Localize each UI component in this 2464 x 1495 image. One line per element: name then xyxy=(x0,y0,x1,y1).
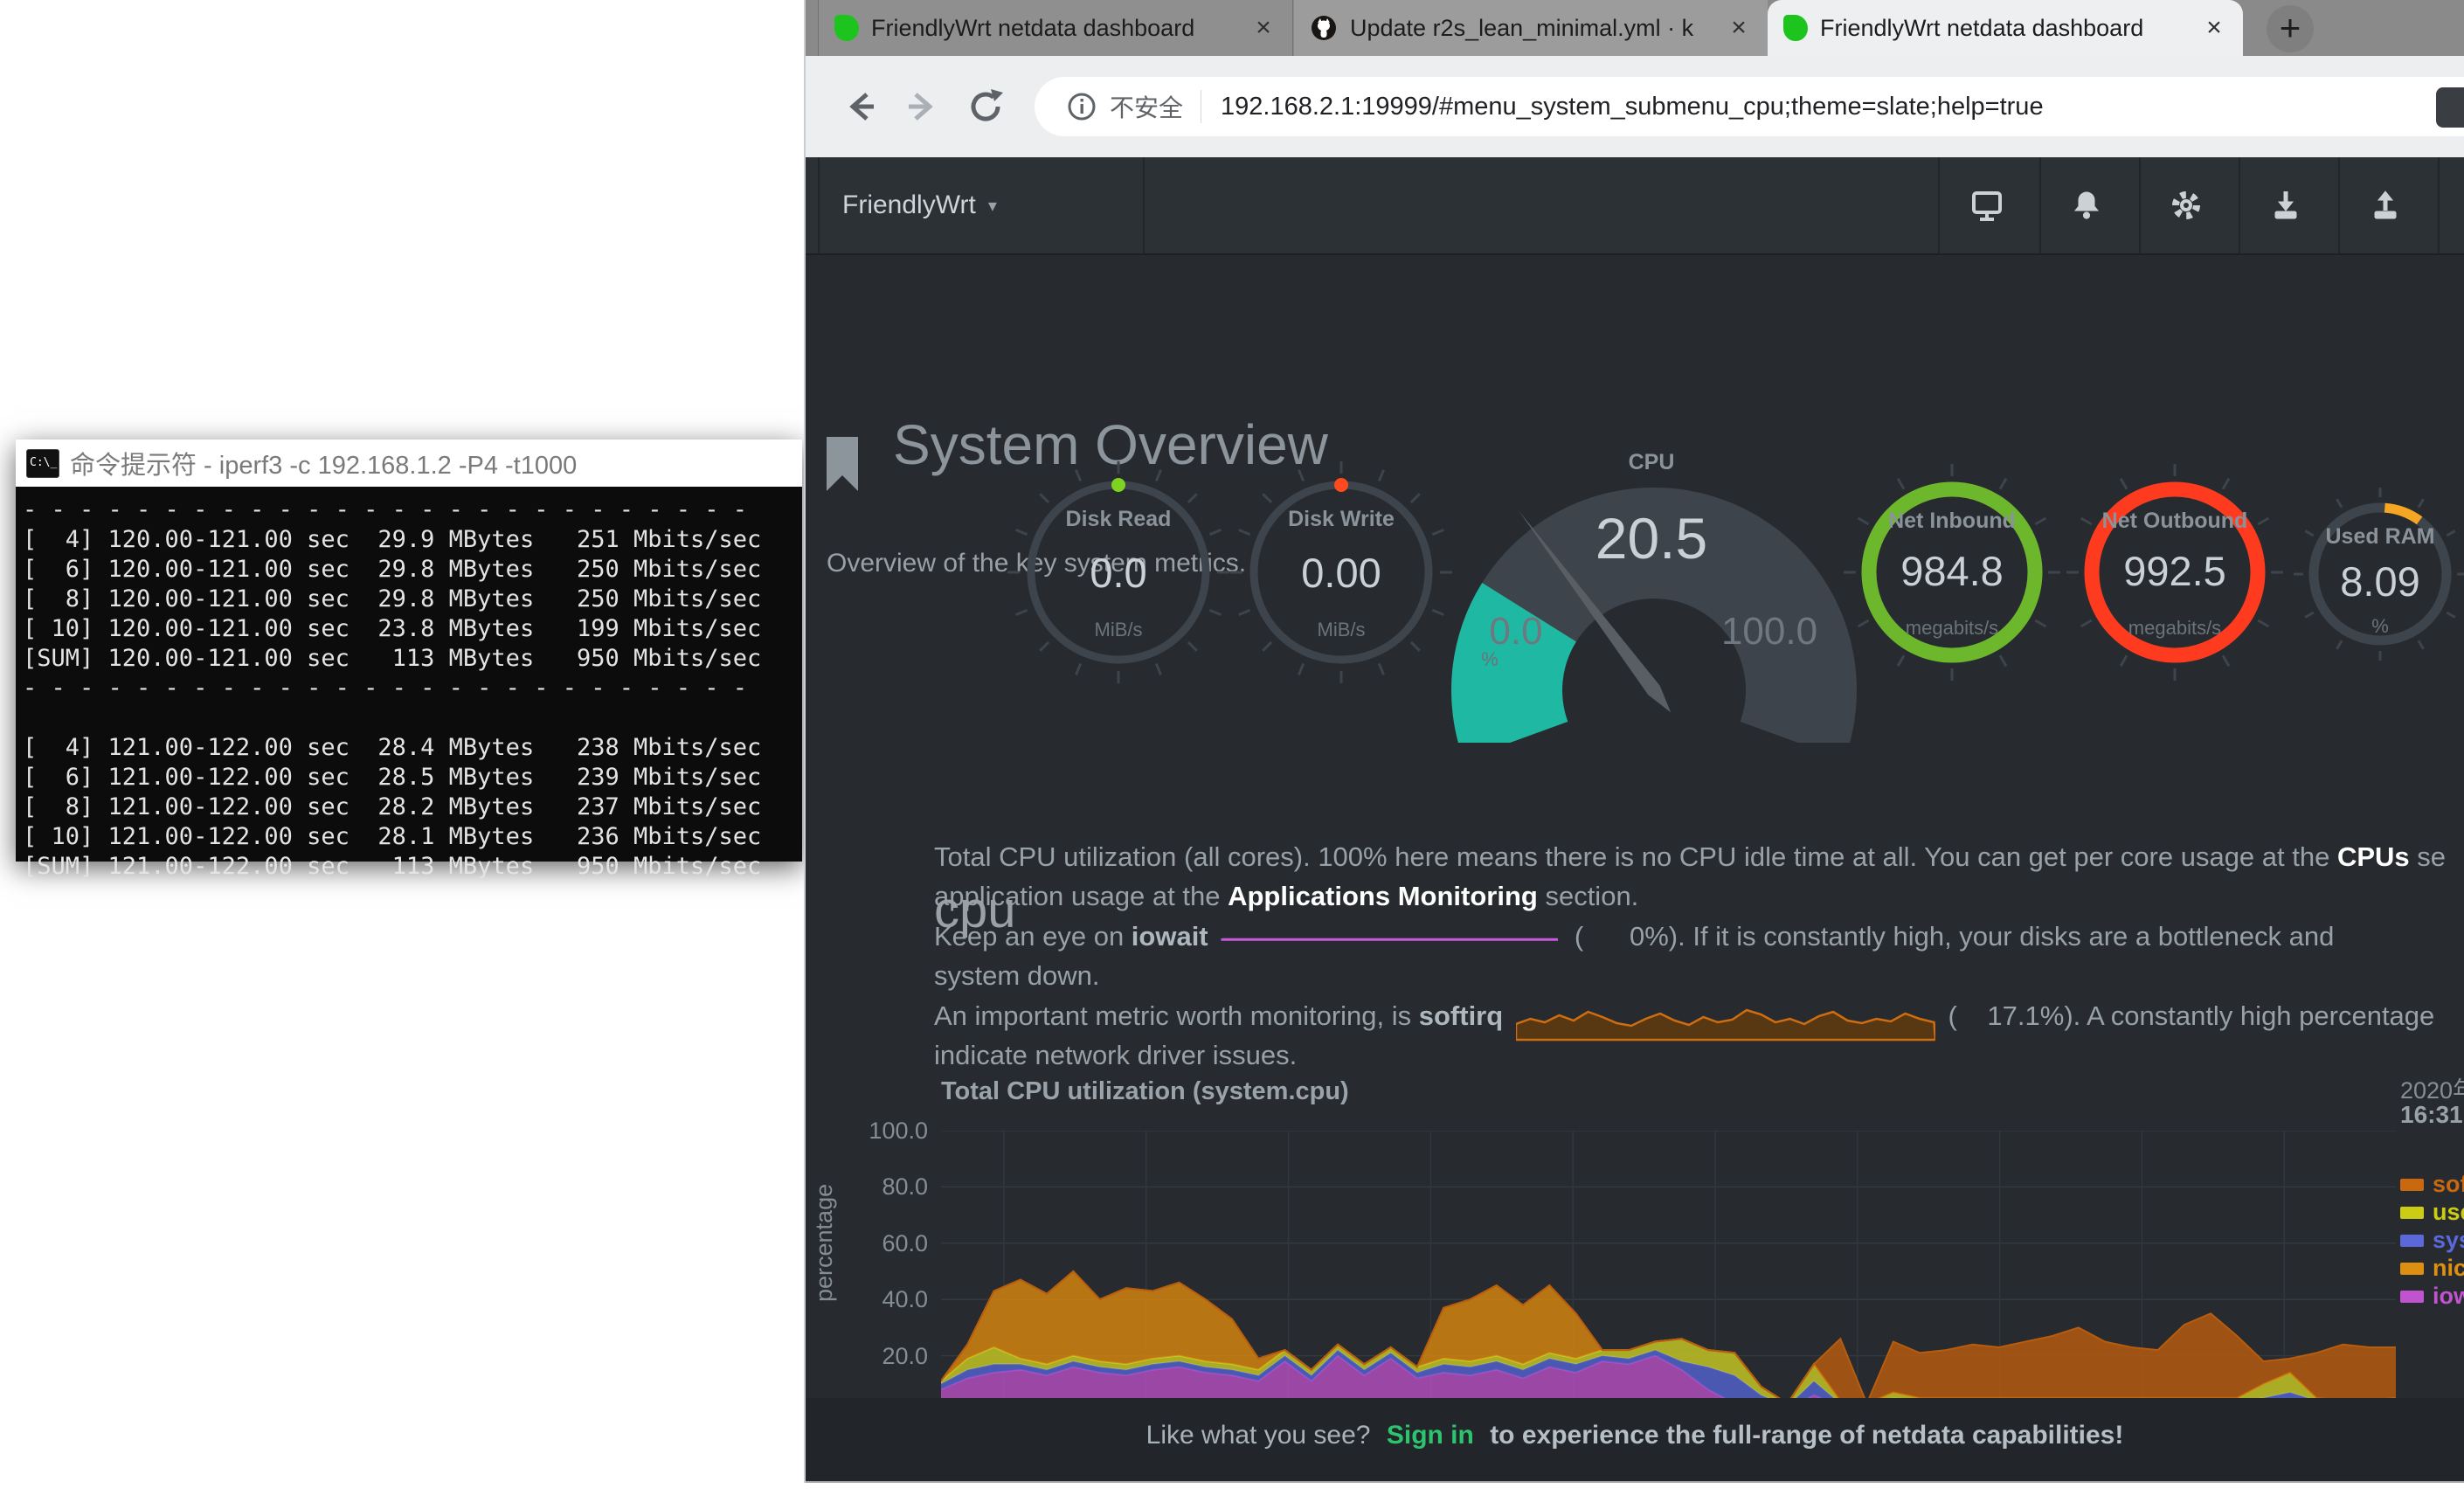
legend-chip xyxy=(2400,1207,2424,1219)
extension-icon[interactable] xyxy=(2436,87,2464,128)
ytick-100.0: 100.0 xyxy=(845,1118,928,1145)
gauge-used-ram-label: Used RAM xyxy=(2249,524,2464,550)
legend-chip xyxy=(2400,1291,2424,1303)
legend-chip xyxy=(2400,1235,2424,1247)
legend-chip xyxy=(2400,1263,2424,1275)
address-bar: 不安全 192.168.2.1:19999/#menu_system_subme… xyxy=(806,56,2464,157)
legend-label: soft xyxy=(2433,1171,2464,1198)
legend-label: use xyxy=(2433,1199,2464,1226)
applications-monitoring-link[interactable]: Applications Monitoring xyxy=(1228,881,1538,911)
chart-time: 16:31:2 xyxy=(2400,1101,2464,1129)
monitor-icon[interactable] xyxy=(1968,186,2006,225)
host-dropdown[interactable]: FriendlyWrt ▾ xyxy=(842,157,997,253)
cpu-paragraph-line-1: Total CPU utilization (all cores). 100% … xyxy=(934,841,2446,881)
legend-item-iow[interactable]: iow xyxy=(2400,1283,2464,1310)
netdata-page: FriendlyWrt ▾ xyxy=(806,157,2464,1483)
legend-label: sys xyxy=(2433,1227,2464,1254)
tab-netdata-1[interactable]: FriendlyWrt netdata dashboard × xyxy=(818,0,1293,56)
host-name: FriendlyWrt xyxy=(842,190,976,220)
cpu-paragraph-line-3: Keep an eye on iowait (0%). If it is con… xyxy=(934,921,2334,960)
legend-label: nice xyxy=(2433,1255,2464,1282)
browser-window: FriendlyWrt netdata dashboard × Update r… xyxy=(804,0,2464,1483)
bookmark-icon xyxy=(825,435,860,493)
import-icon[interactable] xyxy=(2267,186,2305,225)
export-icon[interactable] xyxy=(2366,186,2405,225)
url-field[interactable]: 不安全 192.168.2.1:19999/#menu_system_subme… xyxy=(1035,77,2464,136)
gauge-cpu-min: 0.0 xyxy=(1385,610,1647,654)
terminal-titlebar[interactable]: C:\_ 命令提示符 - iperf3 -c 192.168.1.2 -P4 -… xyxy=(16,440,802,487)
security-label[interactable]: 不安全 xyxy=(1110,89,1183,124)
ytick-20.0: 20.0 xyxy=(845,1343,928,1370)
screen: C:\_ 命令提示符 - iperf3 -c 192.168.1.2 -P4 -… xyxy=(0,0,2464,1495)
tab-label: FriendlyWrt netdata dashboard xyxy=(1820,15,2189,42)
gauge-cpu-value: 20.5 xyxy=(1520,505,1782,571)
info-icon[interactable] xyxy=(1066,91,1097,122)
cpu-paragraph-line-6: indicate network driver issues. xyxy=(934,1040,1297,1079)
tab-github[interactable]: Update r2s_lean_minimal.yml · k × xyxy=(1294,0,1768,56)
github-icon xyxy=(1310,14,1338,42)
ytick-60.0: 60.0 xyxy=(845,1230,928,1257)
close-tab-icon[interactable]: × xyxy=(1726,13,1752,43)
ytick-40.0: 40.0 xyxy=(845,1286,928,1313)
tab-netdata-2-active[interactable]: FriendlyWrt netdata dashboard × xyxy=(1768,0,2243,56)
netdata-icon xyxy=(834,15,859,41)
legend-item-nice[interactable]: nice xyxy=(2400,1255,2464,1282)
cpu-chart[interactable] xyxy=(941,1131,2396,1412)
gear-icon[interactable] xyxy=(2167,186,2205,225)
cpu-paragraph-line-4: system down. xyxy=(934,960,1100,1000)
legend-chip xyxy=(2400,1179,2424,1191)
bell-icon[interactable] xyxy=(2067,186,2106,225)
gauge-used-ram-unit: % xyxy=(2249,615,2464,638)
cpu-paragraph-line-5: An important metric worth monitoring, is… xyxy=(934,1000,2434,1040)
terminal-output: - - - - - - - - - - - - - - - - - - - - … xyxy=(23,495,795,882)
window-bottom-edge xyxy=(806,1481,2464,1483)
forward-button[interactable] xyxy=(898,82,947,131)
netdata-header: FriendlyWrt ▾ xyxy=(806,157,2464,255)
legend-item-sys[interactable]: sys xyxy=(2400,1227,2464,1254)
signin-banner: Like what you see? Sign in to experience… xyxy=(806,1398,2464,1481)
gauge-cpu-label: CPU xyxy=(1520,450,1782,475)
close-tab-icon[interactable]: × xyxy=(2201,13,2227,43)
cpus-link[interactable]: CPUs xyxy=(2337,841,2410,872)
close-tab-icon[interactable]: × xyxy=(1250,13,1277,43)
new-tab-button[interactable]: + xyxy=(2267,5,2314,52)
back-button[interactable] xyxy=(835,82,884,131)
tab-label: Update r2s_lean_minimal.yml · k xyxy=(1350,15,1713,42)
banner-text: Like what you see? xyxy=(1146,1421,1371,1450)
ytick-80.0: 80.0 xyxy=(845,1173,928,1201)
iowait-sparkline xyxy=(1221,930,1561,947)
legend-item-use[interactable]: use xyxy=(2400,1199,2464,1226)
chevron-down-icon: ▾ xyxy=(988,195,997,217)
chart-ylabel: percentage xyxy=(811,1184,838,1302)
tab-strip: FriendlyWrt netdata dashboard × Update r… xyxy=(806,0,2464,56)
reload-button[interactable] xyxy=(961,82,1010,131)
gauge-used-ram-value: 8.09 xyxy=(2249,557,2464,606)
legend-label: iow xyxy=(2433,1283,2464,1310)
cmd-icon: C:\_ xyxy=(26,449,59,478)
softirq-value: 17.1 xyxy=(1957,1000,2040,1032)
softirq-sparkline xyxy=(1516,1001,1935,1042)
terminal-title: 命令提示符 - iperf3 -c 192.168.1.2 -P4 -t1000 xyxy=(70,445,577,481)
cpu-paragraph-line-2: application usage at the Applications Mo… xyxy=(934,881,1638,920)
gauge-cpu[interactable] xyxy=(1433,437,1887,743)
netdata-icon xyxy=(1783,15,1808,41)
sign-in-link[interactable]: Sign in xyxy=(1387,1421,1474,1450)
banner-text-bold: to experience the full-range of netdata … xyxy=(1490,1421,2123,1450)
chart-title: Total CPU utilization (system.cpu) xyxy=(941,1077,1349,1106)
url-text[interactable]: 192.168.2.1:19999/#menu_system_submenu_c… xyxy=(1221,93,2044,121)
tab-label: FriendlyWrt netdata dashboard xyxy=(871,15,1238,42)
terminal-body[interactable]: - - - - - - - - - - - - - - - - - - - - … xyxy=(16,487,802,862)
gauge-cpu-max: 100.0 xyxy=(1638,610,1900,654)
legend-item-soft[interactable]: soft xyxy=(2400,1171,2464,1198)
iowait-value: 0 xyxy=(1583,921,1644,952)
terminal-window[interactable]: C:\_ 命令提示符 - iperf3 -c 192.168.1.2 -P4 -… xyxy=(16,440,802,862)
gauge-cpu-unit: % xyxy=(1359,648,1621,671)
